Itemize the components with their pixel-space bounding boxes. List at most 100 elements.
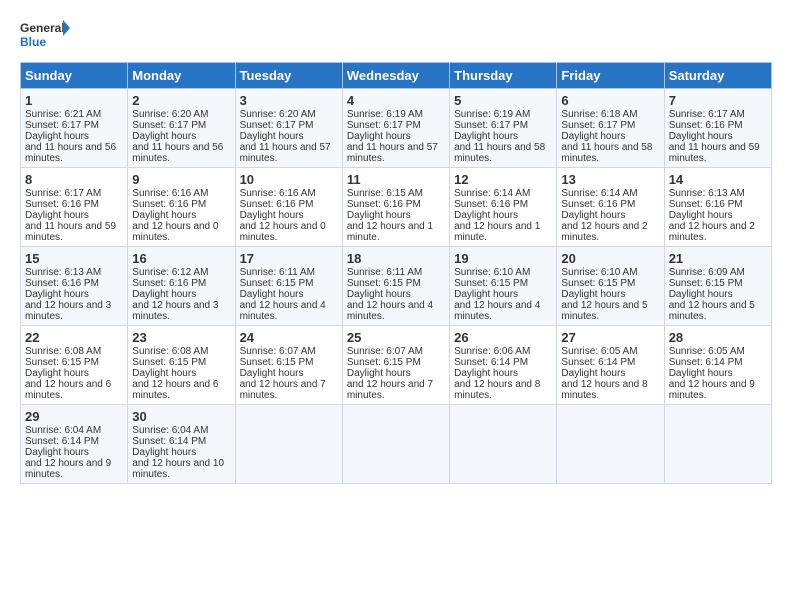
daylight-value: and 12 hours and 1 minute. (454, 221, 540, 243)
daylight-label: Daylight hours (561, 131, 625, 142)
daylight-label: Daylight hours (25, 368, 89, 379)
daylight-value: and 12 hours and 9 minutes. (669, 379, 755, 401)
day-number: 23 (132, 330, 230, 345)
day-cell: 18 Sunrise: 6:11 AM Sunset: 6:15 PM Dayl… (342, 247, 449, 326)
sunrise-text: Sunrise: 6:17 AM (669, 109, 745, 120)
daylight-label: Daylight hours (347, 368, 411, 379)
day-number: 3 (240, 93, 338, 108)
sunset-text: Sunset: 6:14 PM (561, 357, 635, 368)
sunset-text: Sunset: 6:16 PM (454, 199, 528, 210)
daylight-label: Daylight hours (132, 289, 196, 300)
day-number: 14 (669, 172, 767, 187)
sunrise-text: Sunrise: 6:11 AM (240, 267, 315, 278)
day-cell: 19 Sunrise: 6:10 AM Sunset: 6:15 PM Dayl… (450, 247, 557, 326)
sunrise-text: Sunrise: 6:08 AM (25, 346, 101, 357)
day-number: 20 (561, 251, 659, 266)
sunset-text: Sunset: 6:15 PM (240, 357, 314, 368)
daylight-label: Daylight hours (669, 210, 733, 221)
day-number: 1 (25, 93, 123, 108)
day-cell: 30 Sunrise: 6:04 AM Sunset: 6:14 PM Dayl… (128, 405, 235, 484)
day-number: 13 (561, 172, 659, 187)
sunset-text: Sunset: 6:16 PM (561, 199, 635, 210)
sunrise-text: Sunrise: 6:04 AM (25, 425, 101, 436)
day-number: 27 (561, 330, 659, 345)
day-number: 8 (25, 172, 123, 187)
day-number: 26 (454, 330, 552, 345)
sunset-text: Sunset: 6:15 PM (240, 278, 314, 289)
daylight-value: and 12 hours and 2 minutes. (561, 221, 647, 243)
week-row-4: 22 Sunrise: 6:08 AM Sunset: 6:15 PM Dayl… (21, 326, 772, 405)
day-cell: 10 Sunrise: 6:16 AM Sunset: 6:16 PM Dayl… (235, 168, 342, 247)
day-number: 11 (347, 172, 445, 187)
day-number: 4 (347, 93, 445, 108)
day-cell: 12 Sunrise: 6:14 AM Sunset: 6:16 PM Dayl… (450, 168, 557, 247)
day-number: 7 (669, 93, 767, 108)
daylight-label: Daylight hours (25, 289, 89, 300)
sunset-text: Sunset: 6:14 PM (25, 436, 99, 447)
sunset-text: Sunset: 6:17 PM (561, 120, 635, 131)
daylight-label: Daylight hours (454, 210, 518, 221)
sunrise-text: Sunrise: 6:12 AM (132, 267, 208, 278)
daylight-value: and 12 hours and 3 minutes. (25, 300, 111, 322)
sunset-text: Sunset: 6:16 PM (240, 199, 314, 210)
day-number: 17 (240, 251, 338, 266)
daylight-label: Daylight hours (132, 131, 196, 142)
daylight-label: Daylight hours (240, 368, 304, 379)
daylight-label: Daylight hours (454, 131, 518, 142)
day-number: 25 (347, 330, 445, 345)
daylight-value: and 12 hours and 2 minutes. (669, 221, 755, 243)
sunset-text: Sunset: 6:14 PM (669, 357, 743, 368)
sunset-text: Sunset: 6:17 PM (454, 120, 528, 131)
sunrise-text: Sunrise: 6:10 AM (454, 267, 530, 278)
daylight-label: Daylight hours (454, 289, 518, 300)
daylight-label: Daylight hours (561, 289, 625, 300)
sunrise-text: Sunrise: 6:06 AM (454, 346, 530, 357)
sunrise-text: Sunrise: 6:07 AM (347, 346, 423, 357)
daylight-label: Daylight hours (240, 210, 304, 221)
sunset-text: Sunset: 6:16 PM (25, 278, 99, 289)
daylight-label: Daylight hours (25, 131, 89, 142)
day-number: 16 (132, 251, 230, 266)
daylight-label: Daylight hours (669, 131, 733, 142)
sunset-text: Sunset: 6:16 PM (669, 199, 743, 210)
daylight-value: and 12 hours and 4 minutes. (240, 300, 326, 322)
calendar-table: SundayMondayTuesdayWednesdayThursdayFrid… (20, 62, 772, 484)
sunrise-text: Sunrise: 6:09 AM (669, 267, 745, 278)
day-cell: 13 Sunrise: 6:14 AM Sunset: 6:16 PM Dayl… (557, 168, 664, 247)
daylight-value: and 12 hours and 1 minute. (347, 221, 433, 243)
sunrise-text: Sunrise: 6:14 AM (454, 188, 530, 199)
day-number: 22 (25, 330, 123, 345)
day-cell: 5 Sunrise: 6:19 AM Sunset: 6:17 PM Dayli… (450, 89, 557, 168)
day-number: 30 (132, 409, 230, 424)
sunrise-text: Sunrise: 6:19 AM (347, 109, 423, 120)
day-cell: 4 Sunrise: 6:19 AM Sunset: 6:17 PM Dayli… (342, 89, 449, 168)
header-cell-tuesday: Tuesday (235, 63, 342, 89)
day-number: 18 (347, 251, 445, 266)
header-cell-thursday: Thursday (450, 63, 557, 89)
day-cell: 2 Sunrise: 6:20 AM Sunset: 6:17 PM Dayli… (128, 89, 235, 168)
daylight-value: and 12 hours and 6 minutes. (132, 379, 218, 401)
day-cell (664, 405, 771, 484)
daylight-label: Daylight hours (561, 210, 625, 221)
day-cell: 9 Sunrise: 6:16 AM Sunset: 6:16 PM Dayli… (128, 168, 235, 247)
sunrise-text: Sunrise: 6:16 AM (240, 188, 316, 199)
day-number: 2 (132, 93, 230, 108)
day-cell: 11 Sunrise: 6:15 AM Sunset: 6:16 PM Dayl… (342, 168, 449, 247)
daylight-value: and 12 hours and 4 minutes. (454, 300, 540, 322)
sunrise-text: Sunrise: 6:18 AM (561, 109, 637, 120)
week-row-3: 15 Sunrise: 6:13 AM Sunset: 6:16 PM Dayl… (21, 247, 772, 326)
daylight-value: and 12 hours and 8 minutes. (454, 379, 540, 401)
day-cell: 27 Sunrise: 6:05 AM Sunset: 6:14 PM Dayl… (557, 326, 664, 405)
day-cell (342, 405, 449, 484)
daylight-value: and 12 hours and 10 minutes. (132, 458, 224, 480)
sunset-text: Sunset: 6:17 PM (132, 120, 206, 131)
daylight-value: and 11 hours and 57 minutes. (347, 142, 438, 164)
sunrise-text: Sunrise: 6:21 AM (25, 109, 101, 120)
daylight-label: Daylight hours (132, 447, 196, 458)
sunset-text: Sunset: 6:15 PM (454, 278, 528, 289)
sunrise-text: Sunrise: 6:15 AM (347, 188, 423, 199)
sunset-text: Sunset: 6:15 PM (669, 278, 743, 289)
day-cell: 17 Sunrise: 6:11 AM Sunset: 6:15 PM Dayl… (235, 247, 342, 326)
sunset-text: Sunset: 6:14 PM (454, 357, 528, 368)
daylight-label: Daylight hours (669, 289, 733, 300)
